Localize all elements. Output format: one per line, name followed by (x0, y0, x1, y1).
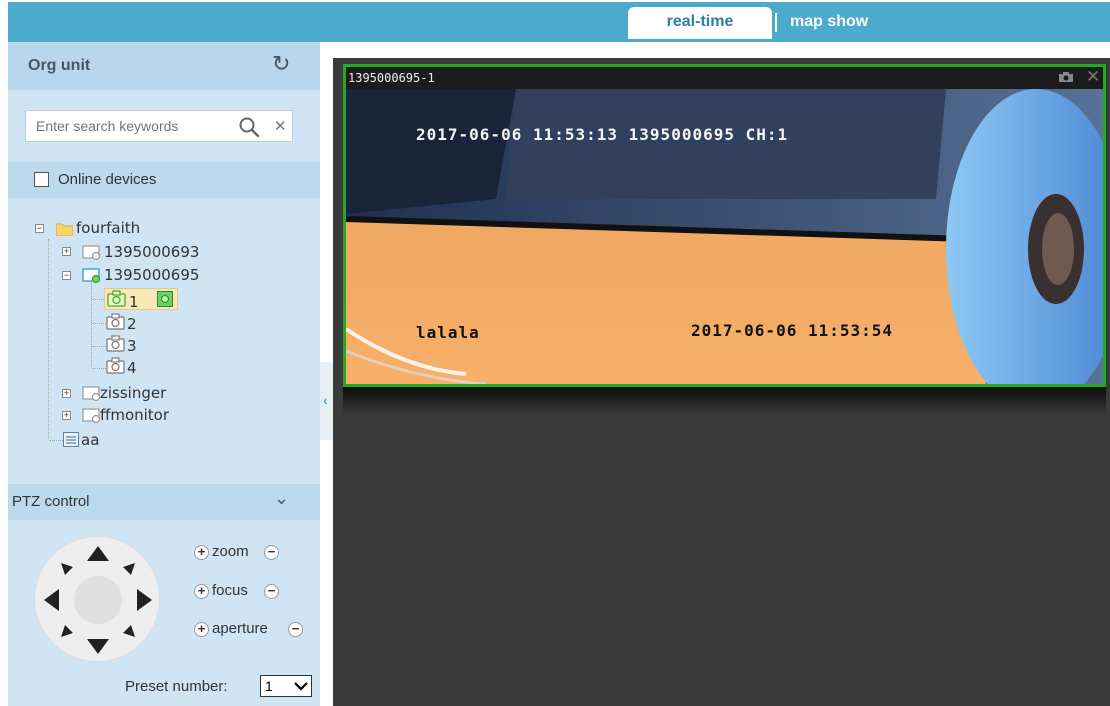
tree-node-label: 2 (127, 315, 137, 333)
osd-right-text: 2017-06-06 11:53:54 (691, 321, 894, 340)
expand-toggle-icon[interactable]: + (62, 247, 71, 256)
tree-node-label: 3 (127, 337, 137, 355)
device-icon (82, 245, 101, 261)
search-box: ✕ (25, 110, 293, 142)
osd-top-text: 2017-06-06 11:53:13 1395000695 CH:1 (416, 125, 789, 144)
org-unit-title: Org unit (28, 57, 91, 74)
device-icon (82, 408, 101, 424)
tree-node-label: 1395000693 (104, 243, 200, 261)
tab-real-time[interactable]: real-time (628, 7, 772, 39)
aperture-close-button[interactable]: − (288, 622, 303, 637)
tree-node-label: fourfaith (76, 219, 141, 237)
arrow-up-right-icon (123, 563, 135, 575)
chevron-left-icon: ‹ (323, 392, 328, 408)
panel-collapse-handle[interactable]: ‹ (320, 362, 333, 440)
clear-icon[interactable]: ✕ (274, 117, 287, 135)
focus-out-button[interactable]: − (264, 584, 279, 599)
device-online-icon (82, 268, 101, 284)
org-unit-header: Org unit ↻ (8, 42, 320, 90)
folder-icon (56, 223, 73, 236)
online-devices-checkbox[interactable] (34, 172, 49, 187)
zoom-out-button[interactable]: − (264, 545, 279, 560)
camera-online-icon (107, 290, 126, 307)
camera-icon (106, 313, 125, 330)
expand-toggle-icon[interactable]: + (62, 411, 71, 420)
ptz-title: PTZ control (12, 493, 90, 510)
arrow-left-icon (44, 589, 59, 611)
tree-node-label: ffmonitor (100, 406, 170, 424)
tree-node-label: aa (81, 431, 100, 449)
video-title: 1395000695-1 (348, 71, 435, 85)
tree-node-label: 4 (127, 359, 137, 377)
arrow-down-left-icon (61, 625, 73, 637)
chevron-down-icon (294, 682, 308, 691)
online-devices-row: Online devices (8, 162, 320, 198)
arrow-down-right-icon (123, 625, 135, 637)
tree-node-label: zissinger (100, 384, 167, 402)
arrow-right-icon (137, 589, 152, 611)
focus-in-button[interactable]: + (194, 584, 209, 599)
search-input[interactable] (26, 111, 226, 141)
tree-node-label: 1395000695 (104, 266, 200, 284)
online-devices-label: Online devices (58, 171, 157, 188)
chevron-double-down-icon[interactable]: ⌄ (274, 488, 289, 509)
search-icon[interactable] (238, 116, 260, 138)
video-area-top-strip (333, 42, 1110, 58)
arrow-up-left-icon (61, 563, 73, 575)
tab-separator (775, 13, 777, 32)
zoom-label: zoom (212, 543, 249, 560)
arrow-down-icon (87, 639, 109, 654)
list-icon (63, 432, 79, 447)
collapse-toggle-icon[interactable]: − (62, 271, 71, 280)
expand-toggle-icon[interactable]: + (62, 389, 71, 398)
tab-map-show[interactable]: map show (790, 7, 868, 39)
focus-label: focus (212, 582, 248, 599)
video-stream-frame: 2017-06-06 11:53:13 1395000695 CH:1 lala… (346, 89, 1103, 384)
refresh-icon[interactable]: ↻ (272, 51, 290, 77)
camera-icon (106, 335, 125, 352)
playing-indicator-icon (157, 291, 173, 307)
tree-node-label: 1 (129, 293, 139, 311)
preset-number-value: 1 (265, 678, 273, 694)
osd-left-text: lalala (416, 323, 480, 342)
video-window[interactable]: 1395000695-1 ✕ 2017-06-06 11:53:13 13950… (343, 64, 1106, 387)
aperture-label: aperture (212, 620, 268, 637)
ptz-header[interactable]: PTZ control ⌄ (8, 484, 320, 520)
arrow-up-icon (87, 546, 109, 561)
video-titlebar: 1395000695-1 ✕ (346, 67, 1103, 89)
preset-number-select[interactable]: 1 (260, 675, 312, 697)
zoom-in-button[interactable]: + (194, 545, 209, 560)
ptz-direction-pad (34, 536, 160, 662)
camera-icon (106, 357, 125, 374)
collapse-toggle-icon[interactable]: − (35, 224, 44, 233)
aperture-open-button[interactable]: + (194, 622, 209, 637)
snapshot-icon[interactable] (1058, 71, 1074, 83)
video-bottom-shadow (343, 387, 1106, 415)
tree-node-channel-selected[interactable]: 1 (104, 288, 178, 311)
close-icon[interactable]: ✕ (1086, 67, 1100, 87)
top-nav-bar: real-time map show (8, 2, 1110, 42)
left-panel: Org unit ↻ ✕ Online devices − fourfaith (8, 42, 320, 706)
device-icon (82, 386, 101, 402)
preset-number-label: Preset number: (125, 678, 228, 695)
ptz-arrows (44, 546, 152, 654)
